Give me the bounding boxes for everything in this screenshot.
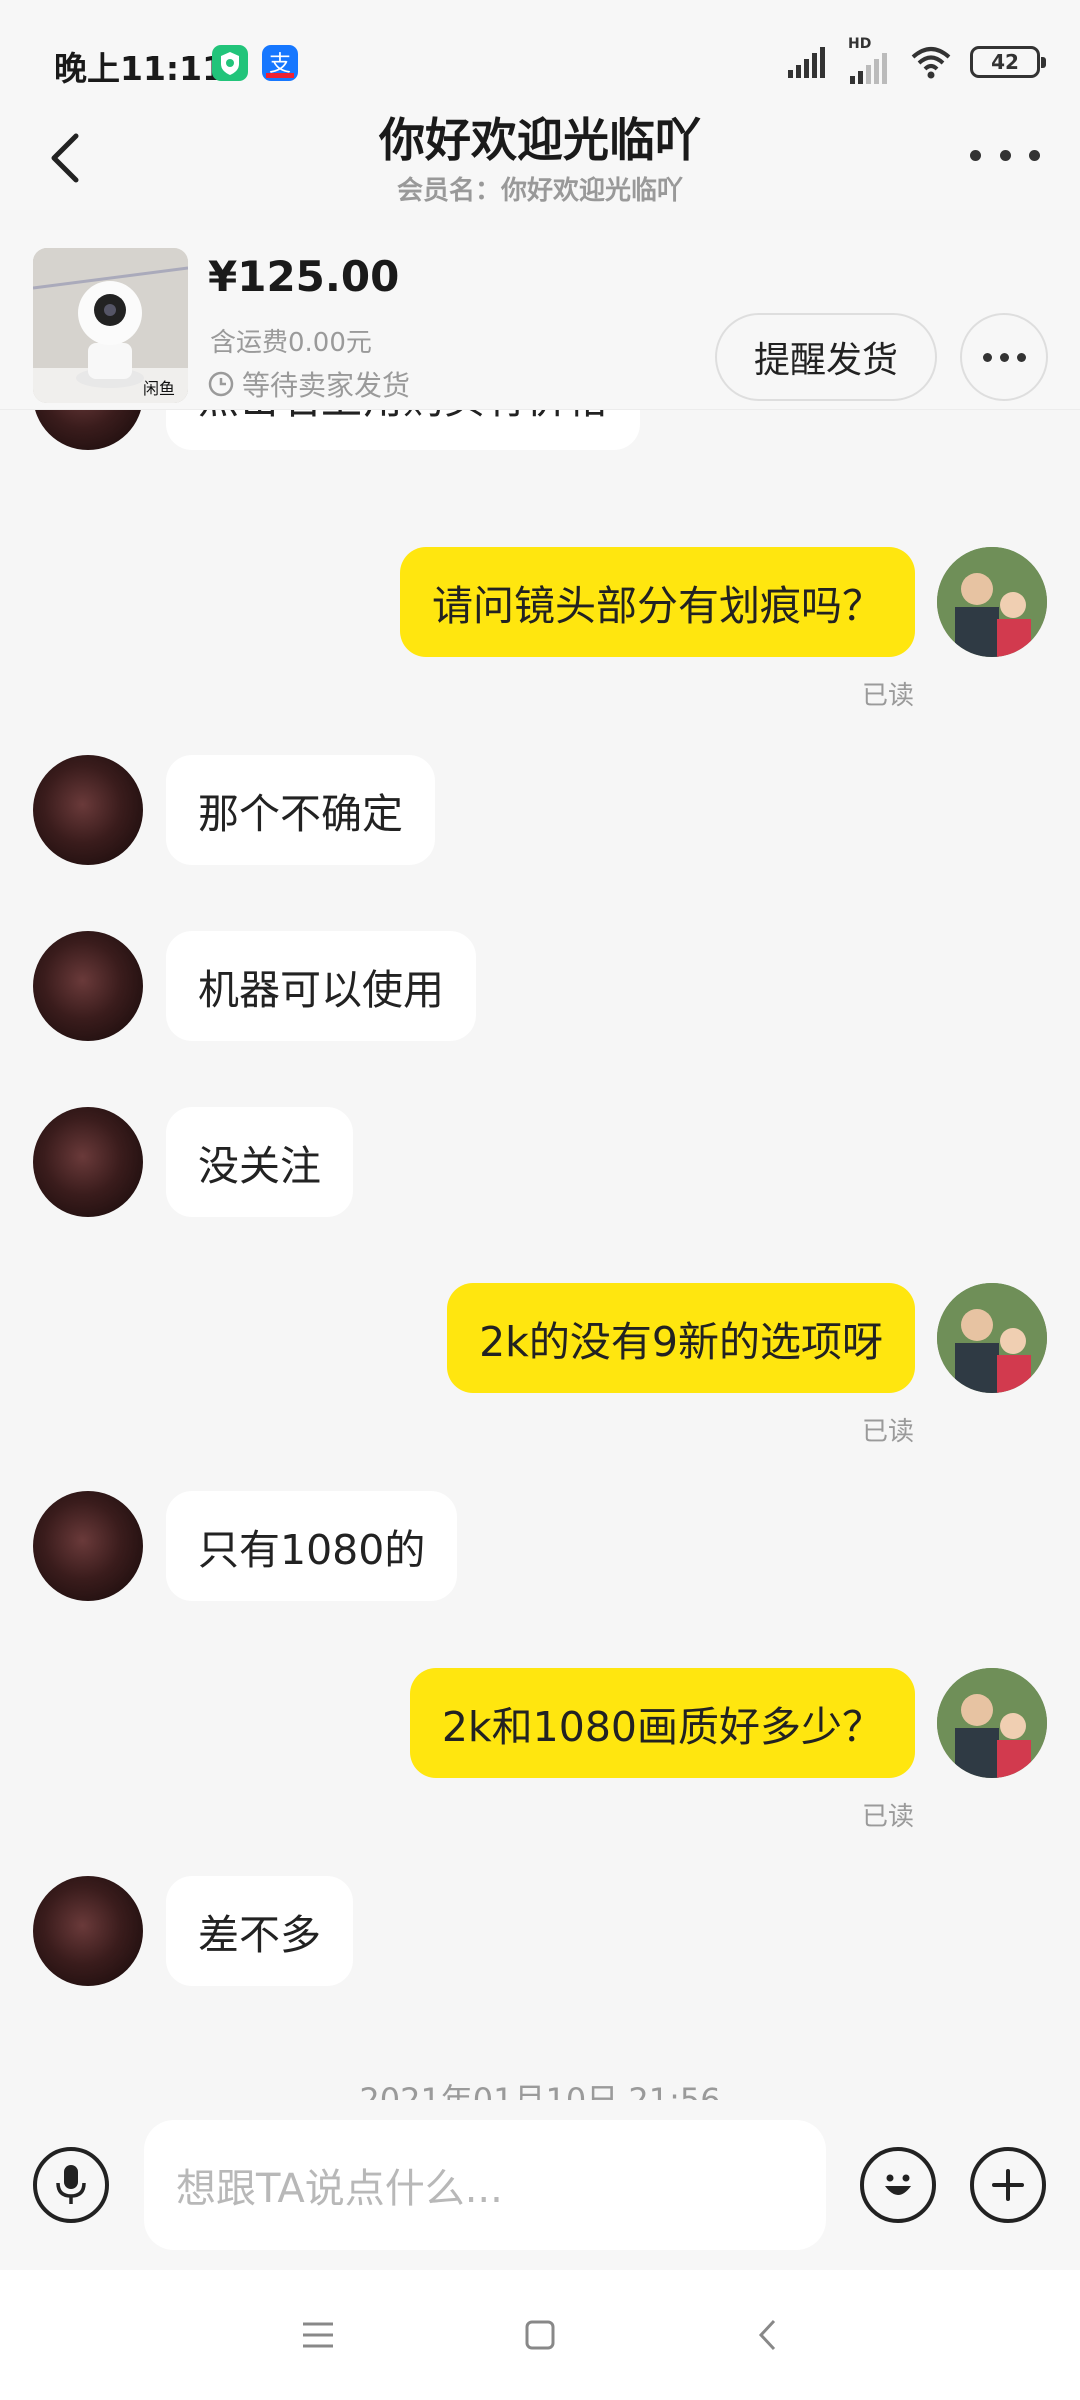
seller-avatar[interactable] <box>33 1876 143 1986</box>
card-more-button[interactable] <box>960 313 1048 401</box>
product-image[interactable]: 闲鱼 <box>33 248 188 403</box>
nav-menu-icon <box>303 2322 333 2348</box>
order-status: 等待卖家发货 <box>208 364 410 404</box>
message-bubble[interactable]: 没关注 <box>166 1107 353 1217</box>
voice-button[interactable] <box>33 2147 109 2223</box>
nav-back-icon <box>758 2319 776 2351</box>
read-status: 已读 <box>861 1802 914 1832</box>
message-bubble[interactable]: 差不多 <box>166 1876 353 1986</box>
emoji-icon <box>885 2174 911 2195</box>
seller-avatar[interactable] <box>33 410 143 450</box>
wifi-icon <box>911 47 951 79</box>
hd-label: HD <box>848 36 872 52</box>
status-indicators: HD 42 <box>786 36 1046 84</box>
clock-icon <box>208 371 234 397</box>
more-dots-icon <box>982 352 992 362</box>
microphone-icon <box>56 2165 86 2204</box>
nav-home-button[interactable] <box>515 2310 565 2360</box>
seller-avatar[interactable] <box>33 931 143 1041</box>
message-bubble[interactable]: 2k和1080画质好多少？ <box>409 1668 915 1778</box>
add-button[interactable] <box>970 2147 1046 2223</box>
message-bubble[interactable]: 那个不确定 <box>166 755 435 865</box>
hd-signal-icon: HD <box>848 36 892 84</box>
message-bubble[interactable]: 请问镜头部分有划痕吗？ <box>400 547 915 657</box>
seller-avatar[interactable] <box>33 1107 143 1217</box>
seller-avatar[interactable] <box>33 755 143 865</box>
alipay-app-icon: 支 <box>262 45 298 81</box>
more-dots-icon <box>970 149 981 161</box>
plus-icon <box>992 2169 1024 2201</box>
my-avatar[interactable] <box>937 1668 1047 1778</box>
shipping-fee: 含运费0.00元 <box>210 328 372 358</box>
read-status: 已读 <box>861 1417 914 1447</box>
status-time: 晚上11:11 <box>54 49 226 88</box>
system-nav-bar <box>0 2270 1080 2400</box>
security-app-icon <box>212 45 248 81</box>
message-input[interactable]: 想跟TA说点什么... <box>144 2120 826 2250</box>
message-input-bar: 想跟TA说点什么... <box>0 2100 1080 2270</box>
seller-avatar[interactable] <box>33 1491 143 1601</box>
chat-message-list[interactable]: 点击右上角购买有价格 请问镜头部分有划痕吗？ 已读 那个不确定 机器可以使用 没… <box>0 410 1080 2110</box>
product-price: ¥125.00 <box>208 252 400 301</box>
nav-back-button[interactable] <box>743 2310 793 2360</box>
message-bubble[interactable]: 2k的没有9新的选项呀 <box>447 1283 915 1393</box>
member-name: 会员名：你好欢迎光临吖 <box>396 176 683 206</box>
more-options-button[interactable] <box>970 140 1040 170</box>
signal-icon <box>788 47 825 78</box>
read-status: 已读 <box>861 681 914 711</box>
nav-home-icon <box>525 2320 555 2350</box>
my-avatar[interactable] <box>937 547 1047 657</box>
order-status-text: 等待卖家发货 <box>242 369 411 402</box>
my-avatar[interactable] <box>937 1283 1047 1393</box>
chat-header: 你好欢迎光临吖 会员名：你好欢迎光临吖 <box>0 100 1080 210</box>
nav-menu-button[interactable] <box>293 2310 343 2360</box>
battery-indicator: 42 <box>970 46 1046 78</box>
message-bubble[interactable]: 机器可以使用 <box>166 931 476 1041</box>
page-title: 你好欢迎光临吖 <box>379 113 701 167</box>
message-bubble[interactable]: 只有1080的 <box>166 1491 458 1601</box>
svg-text:闲鱼: 闲鱼 <box>143 379 175 398</box>
product-card[interactable]: 闲鱼 ¥125.00 含运费0.00元 等待卖家发货 提醒发货 <box>0 230 1080 410</box>
remind-shipping-button[interactable]: 提醒发货 <box>715 313 937 401</box>
message-bubble[interactable]: 点击右上角购买有价格 <box>166 410 640 450</box>
emoji-button[interactable] <box>860 2147 936 2223</box>
